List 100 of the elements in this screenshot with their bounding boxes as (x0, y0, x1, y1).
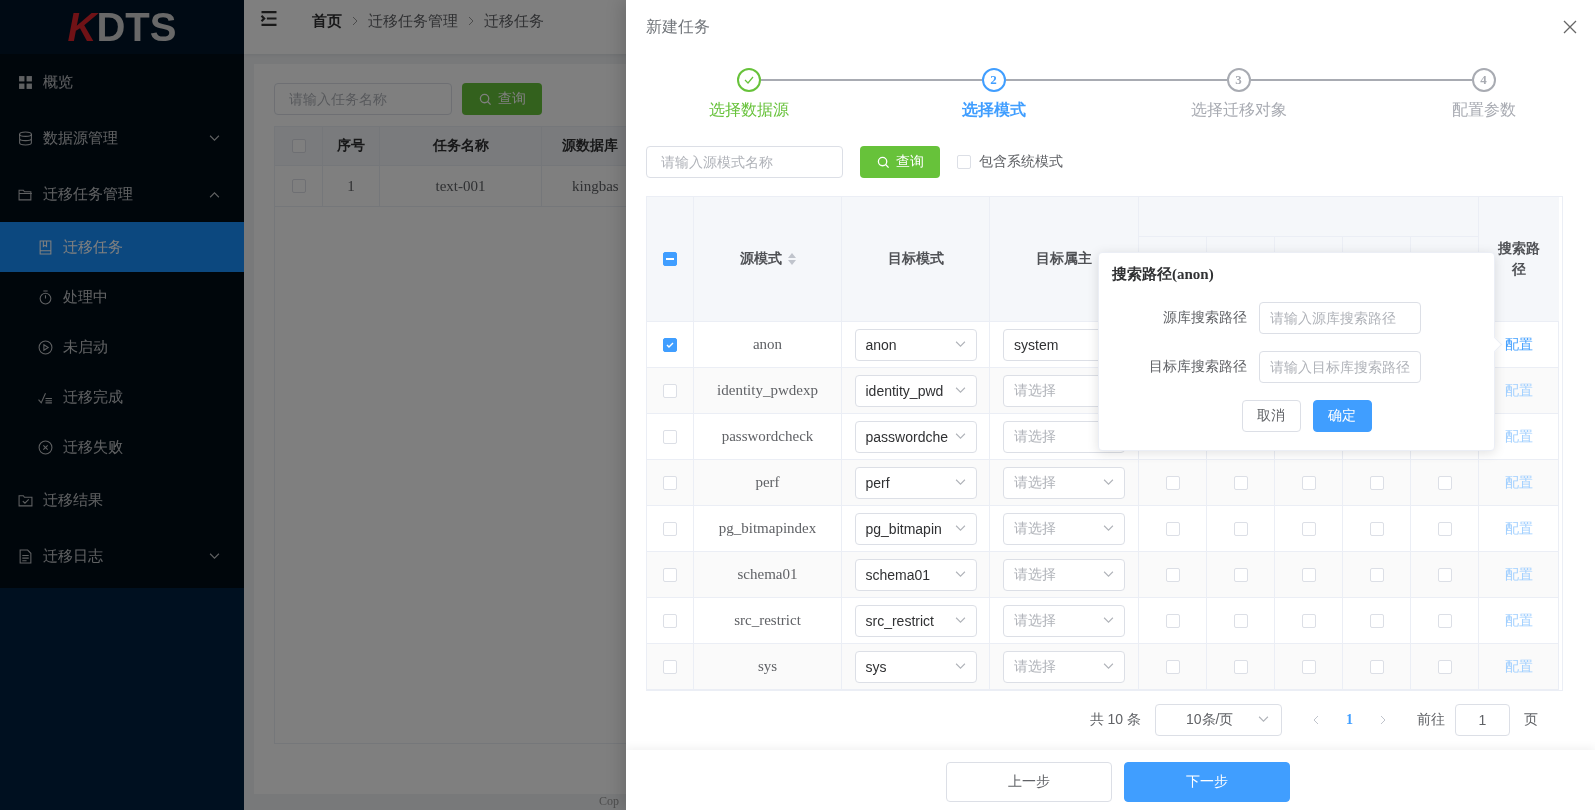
book-icon (38, 239, 53, 255)
table-cell: 1 (347, 177, 355, 195)
search-icon (478, 92, 492, 106)
popover-title: 搜索路径(anon) (1112, 265, 1215, 284)
sidebar-item[interactable]: 迁移任务管理 (0, 166, 244, 222)
total-count: 共 10 条 (1089, 710, 1141, 729)
select-field[interactable]: 请选择 (1003, 650, 1125, 683)
select-all-checkbox[interactable] (663, 252, 677, 266)
column-header: 任务名称 (432, 137, 489, 155)
select-field[interactable]: pg_bitmapin (854, 512, 977, 545)
sidebar-item[interactable]: 迁移结果 (0, 472, 244, 528)
input-field[interactable]: 请输入目标库搜索路径 (1259, 351, 1421, 383)
sidebar-item[interactable]: 数据源管理 (0, 110, 244, 166)
chevron-down-icon (1103, 617, 1114, 624)
sidebar-subitem[interactable]: 未启动 (0, 322, 244, 372)
previous-step-button[interactable]: 上一步 (946, 762, 1112, 802)
sidebar-item[interactable]: 概览 (0, 54, 244, 110)
select-field[interactable]: perf (854, 466, 977, 499)
search-button[interactable]: 查询 (860, 146, 940, 178)
column-header: 目标模式 (887, 250, 944, 268)
chevron-down-icon (209, 134, 220, 142)
goto-label: 前往 (1417, 710, 1445, 729)
page-input[interactable]: 1 (1455, 703, 1510, 736)
sidebar-subitem[interactable]: 迁移完成 (0, 372, 244, 422)
sidebar-item[interactable]: 迁移日志 (0, 528, 244, 584)
stopwatch-icon (38, 289, 53, 305)
search-field[interactable]: 请输入源模式名称 (646, 146, 843, 178)
select-field[interactable]: sys (854, 650, 977, 683)
search-icon (876, 155, 890, 169)
select-field[interactable]: identity_pwd (854, 374, 977, 407)
menu-icon[interactable] (260, 10, 278, 26)
chevron-down-icon (1258, 716, 1269, 723)
select-field[interactable]: schema01 (854, 558, 977, 591)
cancel-button[interactable]: 取消 (1241, 400, 1301, 432)
column-header: 目标属主 (1036, 250, 1092, 268)
step-label: 选择迁移对象 (1190, 100, 1287, 120)
drawer-title: 新建任务 (646, 16, 710, 37)
column-header: 搜索路径 (1498, 239, 1540, 279)
chevron-down-icon (1103, 663, 1114, 670)
checkbox[interactable] (663, 337, 677, 352)
chevron-down-icon (954, 433, 966, 440)
database-icon (18, 130, 33, 146)
document-icon (18, 548, 33, 564)
select-field[interactable]: src_restrict (854, 604, 977, 637)
chevron-right-icon (352, 16, 358, 26)
field-label: 目标库搜索路径 (1148, 358, 1247, 376)
column-header: 源模式 (739, 250, 782, 268)
step-circle: 4 (1471, 68, 1496, 92)
field-label: 源库搜索路径 (1162, 309, 1247, 327)
sidebar-subitem[interactable]: 迁移任务 (0, 222, 244, 272)
input-field[interactable]: 请输入源库搜索路径 (1259, 302, 1421, 334)
page-suffix: 页 (1524, 710, 1538, 729)
chevron-up-icon (209, 190, 220, 198)
chevron-down-icon (954, 341, 966, 348)
select-field[interactable]: 请选择 (1003, 604, 1125, 637)
search-button[interactable]: 查询 (462, 83, 542, 115)
sidebar-subitem[interactable]: 迁移失败 (0, 422, 244, 472)
folder-check-icon (18, 492, 33, 508)
sidebar-subitem[interactable]: 处理中 (0, 272, 244, 322)
column-header: 序号 (337, 137, 365, 155)
select-field[interactable]: 请选择 (1003, 512, 1125, 545)
play-icon (38, 339, 53, 355)
step-label: 配置参数 (1451, 100, 1516, 120)
step-circle: 3 (1226, 68, 1251, 92)
chevron-down-icon (209, 552, 220, 560)
check-icon (742, 74, 755, 86)
confirm-button[interactable]: 确定 (1312, 400, 1372, 432)
breadcrumb-item[interactable]: 迁移任务 (484, 11, 544, 31)
table-cell: text-001 (435, 177, 486, 195)
select-field[interactable]: anon (854, 328, 977, 361)
step-circle: 2 (981, 68, 1006, 92)
grid-icon (18, 74, 33, 90)
chevron-down-icon (954, 525, 966, 532)
breadcrumb-item[interactable]: 迁移任务管理 (368, 11, 458, 31)
chevron-down-icon (954, 617, 966, 624)
column-header: 源数据库 (562, 137, 618, 155)
close-icon[interactable] (1563, 20, 1577, 34)
chevron-down-icon (954, 387, 966, 394)
table-cell: sys (694, 644, 842, 690)
table-cell: identity_pwdexp (694, 368, 842, 414)
step-label: 选择数据源 (708, 100, 789, 120)
table-cell: schema01 (694, 552, 842, 598)
chevron-down-icon (1103, 571, 1114, 578)
chevron-down-icon (954, 663, 966, 670)
logo: KDTS (0, 0, 244, 54)
chevron-down-icon (1103, 525, 1114, 532)
next-step-button[interactable]: 下一步 (1124, 762, 1290, 802)
chevron-right-icon (468, 16, 474, 26)
select-field[interactable]: passwordche (854, 420, 977, 453)
chevron-down-icon (954, 571, 966, 578)
page-number[interactable]: 1 (1338, 711, 1361, 728)
page-size-select[interactable]: 10条/页 (1155, 703, 1282, 736)
config-link[interactable]: 配置 (1504, 335, 1533, 354)
select-field[interactable]: 请选择 (1003, 558, 1125, 591)
sort-icon[interactable] (787, 253, 796, 265)
breadcrumb-item[interactable]: 首页 (312, 11, 342, 31)
table-cell: kingbas (572, 177, 619, 195)
checkbox-label: 包含系统模式 (979, 153, 1063, 171)
select-field[interactable]: 请选择 (1003, 466, 1125, 499)
chevron-down-icon (1103, 479, 1114, 486)
